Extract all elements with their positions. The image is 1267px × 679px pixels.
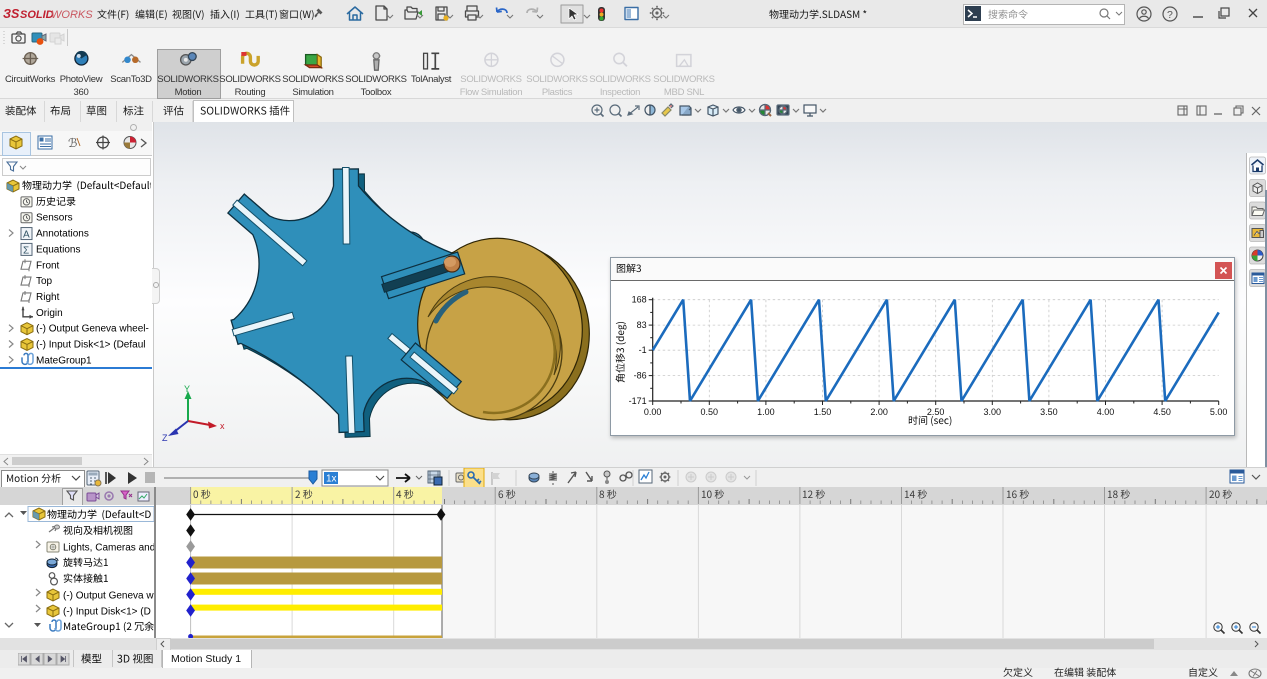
svg-text:-86: -86	[634, 371, 647, 381]
svg-text:ЗS: ЗS	[3, 7, 20, 21]
svg-text:x: x	[220, 421, 225, 431]
svg-text:Front: Front	[36, 260, 60, 271]
svg-text:Top: Top	[36, 276, 53, 287]
svg-text:-171: -171	[629, 396, 647, 406]
svg-text:3.00: 3.00	[984, 407, 1002, 417]
svg-text:Σ: Σ	[23, 245, 29, 256]
svg-text:(-) Output Geneva wheel-: (-) Output Geneva wheel-	[36, 324, 149, 335]
svg-text:Equations: Equations	[36, 244, 80, 255]
svg-text:Right: Right	[36, 292, 60, 303]
svg-text:4.00: 4.00	[1097, 407, 1115, 417]
svg-text:Lights, Cameras and: Lights, Cameras and	[63, 542, 155, 553]
svg-text:Sensors: Sensors	[36, 213, 73, 224]
svg-text:5.00: 5.00	[1210, 407, 1228, 417]
svg-text:Annotations: Annotations	[36, 229, 89, 240]
svg-text:WORKS: WORKS	[51, 9, 93, 21]
svg-text:-1: -1	[639, 345, 647, 355]
svg-text:SOLID: SOLID	[20, 9, 54, 21]
svg-text:0.50: 0.50	[701, 407, 719, 417]
svg-text:Z: Z	[162, 433, 168, 443]
svg-text:Y: Y	[184, 385, 190, 394]
svg-text:3.50: 3.50	[1040, 407, 1058, 417]
svg-text:0.00: 0.00	[644, 407, 662, 417]
svg-text:1x: 1x	[326, 474, 337, 485]
svg-text:168: 168	[632, 295, 647, 305]
svg-text:83: 83	[637, 320, 647, 330]
svg-text:1.50: 1.50	[814, 407, 832, 417]
svg-text:Origin: Origin	[36, 308, 63, 319]
svg-text:MateGroup1: MateGroup1	[36, 355, 92, 366]
svg-text:(-) Output Geneva w: (-) Output Geneva w	[63, 590, 154, 601]
svg-text:(-) Input Disk<1> (Defaul: (-) Input Disk<1> (Defaul	[36, 340, 146, 351]
svg-text:(-) Input Disk<1> (D: (-) Input Disk<1> (D	[63, 606, 151, 617]
svg-text:ℬ: ℬ	[68, 136, 77, 150]
svg-text:2.00: 2.00	[870, 407, 888, 417]
svg-text:?: ?	[1167, 9, 1173, 21]
svg-text:A: A	[23, 230, 30, 241]
svg-text:4.50: 4.50	[1153, 407, 1171, 417]
svg-text:1.00: 1.00	[757, 407, 775, 417]
